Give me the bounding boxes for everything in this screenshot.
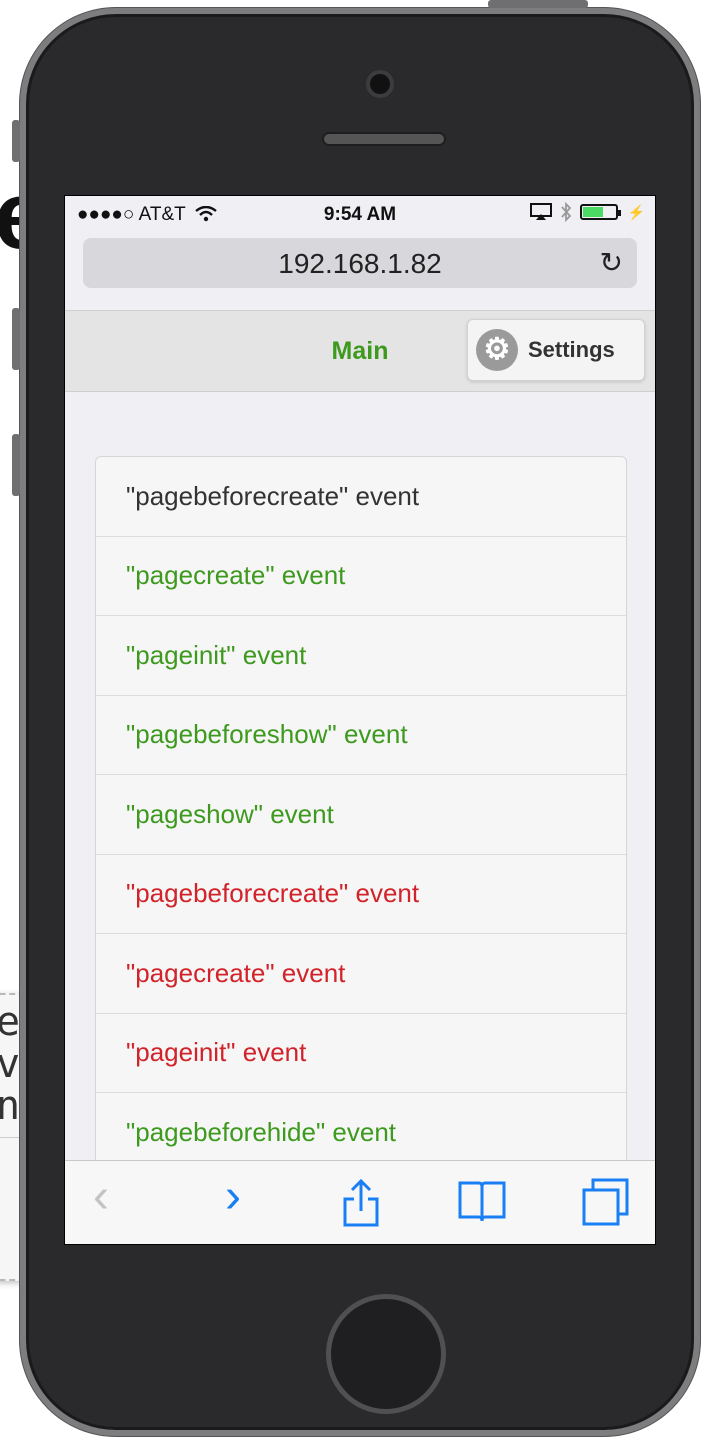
event-list: "pagebeforecreate" event "pagecreate" eve…: [95, 456, 627, 1174]
back-icon[interactable]: ‹: [93, 1173, 109, 1221]
event-label: "pagebeforecreate" event: [126, 480, 420, 511]
reload-icon[interactable]: ↻: [600, 246, 623, 279]
event-label: "pagecreate" event: [126, 560, 346, 591]
event-label: "pagebeforecreate" event: [126, 878, 420, 909]
status-bar: ●●●●○ AT&T 9:54 AM ⚡: [65, 196, 655, 234]
mute-switch: [12, 120, 20, 162]
volume-up-button: [12, 308, 20, 370]
event-list-item[interactable]: "pagecreate" event: [96, 934, 626, 1014]
settings-label: Settings: [528, 337, 615, 362]
charging-icon: ⚡: [627, 203, 645, 220]
event-label: "pagebeforehide" event: [126, 1116, 397, 1147]
phone-screen: ●●●●○ AT&T 9:54 AM ⚡ 192.168.1.82 ↻ Main: [64, 195, 656, 1245]
event-list-item[interactable]: "pagebeforeshow" event: [96, 696, 626, 775]
volume-down-button: [12, 434, 20, 496]
event-list-item[interactable]: "pageinit" event: [96, 616, 626, 696]
event-label: "pageshow" event: [126, 798, 334, 829]
event-label: "pagebeforeshow" event: [126, 719, 408, 750]
airplay-icon: [529, 203, 552, 220]
address-bar[interactable]: 192.168.1.82 ↻: [83, 238, 637, 288]
page-header: Main ⚙ Settings: [65, 310, 655, 392]
share-icon[interactable]: [341, 1177, 381, 1229]
bluetooth-icon: [560, 202, 571, 222]
event-list-item[interactable]: "pageinit" event: [96, 1014, 626, 1093]
battery-icon: [579, 204, 621, 220]
event-label: "pagecreate" event: [126, 957, 346, 988]
bookmarks-icon[interactable]: [457, 1179, 507, 1225]
tabs-icon[interactable]: [581, 1177, 631, 1227]
gear-icon: ⚙: [476, 329, 518, 371]
event-label: "pageinit" event: [126, 639, 307, 670]
event-label: "pageinit" event: [126, 1037, 307, 1068]
event-list-item[interactable]: "pageshow" event: [96, 775, 626, 855]
browser-toolbar: ‹ ›: [65, 1160, 655, 1244]
home-button[interactable]: [326, 1294, 446, 1414]
event-list-item[interactable]: "pagebeforecreate" event: [96, 457, 626, 537]
settings-button[interactable]: ⚙ Settings: [467, 319, 645, 381]
power-button: [488, 0, 588, 8]
forward-icon[interactable]: ›: [225, 1173, 241, 1221]
url-text: 192.168.1.82: [278, 248, 442, 279]
earpiece-speaker: [322, 132, 446, 146]
status-icons: ⚡: [529, 202, 645, 222]
event-list-item[interactable]: "pagecreate" event: [96, 537, 626, 616]
front-camera: [366, 70, 394, 98]
event-list-item[interactable]: "pagebeforecreate" event: [96, 855, 626, 934]
